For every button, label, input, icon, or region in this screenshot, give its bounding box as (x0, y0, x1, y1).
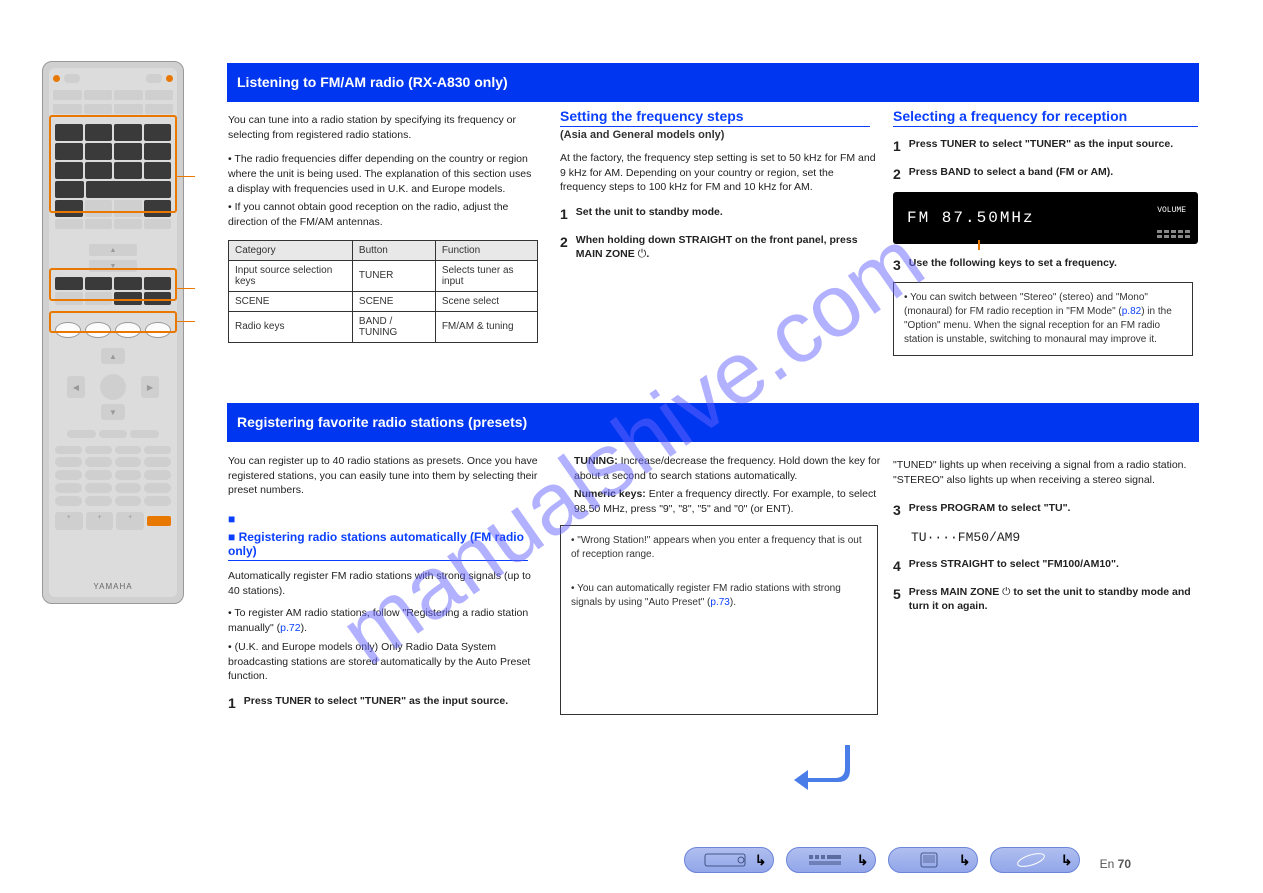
sel-step-1: 1Press TUNER to select "TUNER" as the in… (893, 137, 1203, 157)
auto-preset-title: ■ ■ Registering radio stations automatic… (228, 512, 540, 526)
brand-logo: YAMAHA (49, 582, 177, 591)
center-tip-box: • "Wrong Station!" appears when you ente… (560, 525, 878, 715)
auto-note-1: • To register AM radio stations, follow … (228, 606, 540, 635)
pager-btn-3[interactable]: ↳ (888, 847, 978, 873)
radio-keys (55, 322, 171, 338)
sel-section-title: Selecting a frequency for reception (893, 108, 1203, 124)
scene-buttons (55, 277, 171, 307)
return-arrow-icon (790, 740, 858, 790)
freq-step-4: 4Press STRAIGHT to select "FM100/AM10". (893, 557, 1203, 577)
leader-table: CategoryButtonFunction Input source sele… (228, 240, 538, 343)
leader-line (177, 176, 195, 177)
reg-intro: You can register up to 40 radio stations… (228, 454, 540, 498)
note-1: • The radio frequencies differ depending… (228, 152, 540, 196)
freq-section-title: Setting the frequency steps (560, 108, 880, 124)
freq-section-sub: (Asia and General models only) (560, 129, 880, 141)
pager-btn-4[interactable]: ↳ (990, 847, 1080, 873)
section-heading-1: Listening to FM/AM radio (RX-A830 only) (227, 63, 1199, 102)
freq-step-5: 5Press MAIN ZONE ⏻ to set the unit to st… (893, 585, 1203, 614)
note-2: • If you cannot obtain good reception on… (228, 200, 540, 229)
link-p82[interactable]: p.82 (1122, 306, 1141, 317)
tip-box-fmmode: • You can switch between "Stereo" (stere… (893, 282, 1193, 356)
sel-step-2: 2Press BAND to select a band (FM or AM). (893, 165, 1203, 185)
auto-body: Automatically register FM radio stations… (228, 569, 540, 598)
auto-title-line: ■ Registering radio stations automatical… (228, 530, 528, 561)
input-selection-keys (55, 124, 171, 231)
pager-btn-1[interactable]: ↳ (684, 847, 774, 873)
sel-step-3: 3Use the following keys to set a frequen… (893, 256, 1203, 276)
freq-step-2: 2When holding down STRAIGHT on the front… (560, 233, 880, 263)
link-p72[interactable]: p.72 (280, 622, 300, 634)
page-number: En 70 (1100, 857, 1131, 871)
freq-body: At the factory, the frequency step setti… (560, 151, 880, 195)
auto-step-1: 1Press TUNER to select "TUNER" as the in… (228, 694, 540, 714)
section-heading-2: Registering favorite radio stations (pre… (227, 403, 1199, 442)
auto-note-2: • (U.K. and Europe models only) Only Rad… (228, 640, 540, 684)
link-p73[interactable]: p.73 (710, 597, 729, 608)
pager-btn-2[interactable]: ↳ (786, 847, 876, 873)
remote-control-image: ▲ ▼ ▲ ▼ ◀ ▶ (42, 61, 184, 604)
reg-tip-intro: TUNING: Increase/decrease the frequency.… (560, 454, 884, 517)
pager: ↳ ↳ ↳ ↳ (500, 847, 1263, 873)
leader-line (177, 321, 195, 322)
fd2-caption: "TUNED" lights up when receiving a signa… (893, 458, 1203, 487)
freq-step-1: 1Set the unit to standby mode. (560, 205, 880, 225)
front-display-1: FM 87.50MHz VOLUME (893, 192, 1198, 244)
leader-line (177, 288, 195, 289)
tu-display: TU····FM50/AM9 (911, 529, 1203, 547)
intro-text: You can tune into a radio station by spe… (228, 113, 540, 142)
freq-step-3: 3Press PROGRAM to select "TU". (893, 501, 1203, 521)
